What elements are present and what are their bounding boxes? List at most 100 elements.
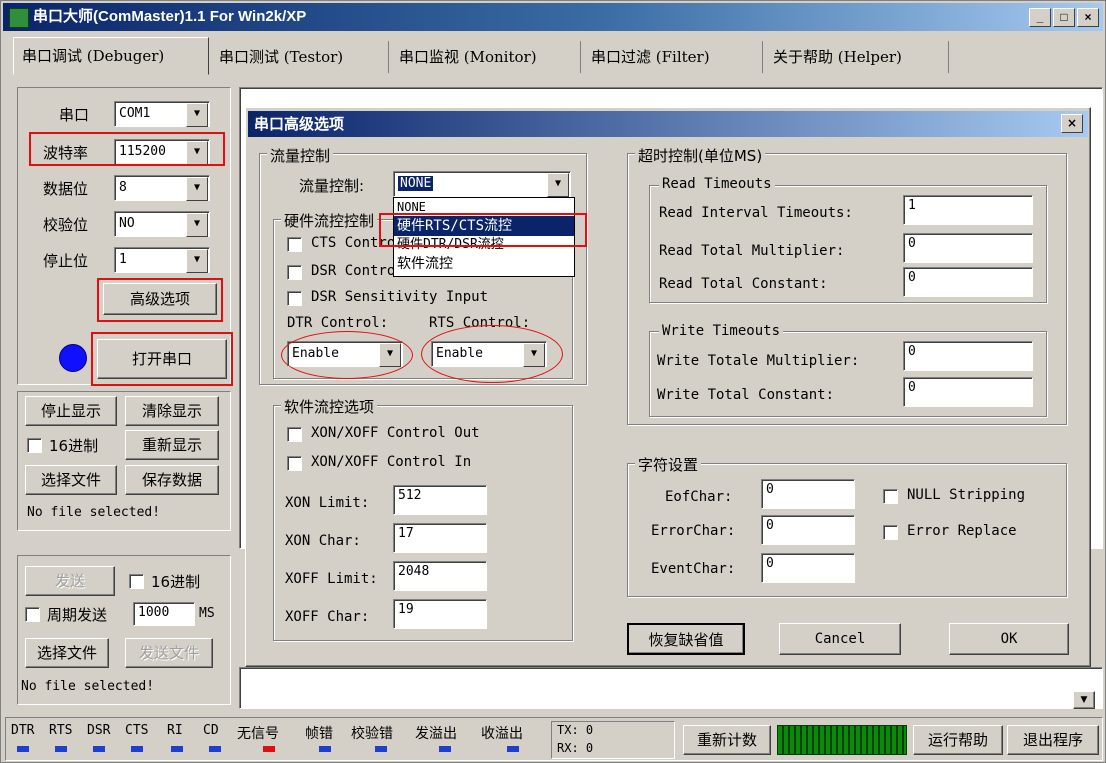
chevron-down-icon[interactable]: ▼ (186, 249, 208, 273)
send-button[interactable]: 发送 (25, 566, 115, 596)
parity-value: NO (119, 216, 135, 231)
flow-control-label: 流量控制: (299, 177, 365, 195)
dsr-control-label: DSR Control (311, 263, 404, 279)
chevron-down-icon[interactable]: ▼ (547, 173, 569, 197)
cd-led (209, 746, 221, 752)
dsr-sensitivity-label: DSR Sensitivity Input (311, 289, 489, 305)
error-parity: 校验错 (351, 726, 393, 742)
eof-char-input[interactable]: 0 (761, 479, 855, 509)
error-char-input[interactable]: 0 (761, 515, 855, 545)
xon-char-input[interactable]: 17 (393, 523, 487, 553)
null-stripping-checkbox[interactable] (883, 489, 898, 504)
xon-out-checkbox[interactable] (287, 427, 302, 442)
xon-in-checkbox[interactable] (287, 456, 302, 471)
xon-out-label: XON/XOFF Control Out (311, 425, 480, 441)
databits-select[interactable]: 8 ▼ (114, 175, 210, 201)
write-constant-label: Write Total Constant: (657, 387, 835, 403)
tab-debuger[interactable]: 串口调试 (Debuger) (13, 37, 209, 75)
tab-monitor[interactable]: 串口监视 (Monitor) (391, 41, 581, 73)
dtr-highlight-ellipse (281, 331, 413, 379)
cancel-button[interactable]: Cancel (779, 623, 901, 655)
dtr-led (17, 746, 29, 752)
tab-filter[interactable]: 串口过滤 (Filter) (583, 41, 763, 73)
error-replace-checkbox[interactable] (883, 525, 898, 540)
flow-group-title: 流量控制 (267, 145, 334, 166)
port-value: COM1 (119, 106, 151, 121)
signal-dtr: DTR (11, 723, 35, 738)
parity-error-led (375, 746, 387, 752)
event-char-input[interactable]: 0 (761, 553, 855, 583)
dialog-title: 串口高级选项 (254, 115, 345, 133)
send-file-button[interactable]: 发送文件 (125, 638, 213, 668)
signal-ri: RI (167, 723, 183, 738)
chevron-down-icon[interactable]: ▼ (186, 177, 208, 201)
dsr-control-checkbox[interactable] (287, 265, 302, 280)
close-button[interactable]: × (1077, 8, 1099, 27)
null-stripping-label: NULL Stripping (907, 487, 1026, 503)
period-input[interactable]: 1000 (133, 602, 195, 626)
error-recv-overflow: 收溢出 (481, 726, 523, 742)
cts-control-checkbox[interactable] (287, 237, 302, 252)
xoff-char-input[interactable]: 19 (393, 599, 487, 629)
read-multiplier-input[interactable]: 0 (903, 233, 1033, 263)
flow-control-select[interactable]: NONE ▼ (393, 171, 571, 197)
dropdown-option-software[interactable]: 软件流控 (394, 254, 574, 274)
receive-choose-file-button[interactable]: 选择文件 (25, 465, 117, 495)
dsr-sensitivity-checkbox[interactable] (287, 291, 302, 306)
error-no-signal: 无信号 (237, 726, 279, 742)
maximize-button[interactable]: □ (1053, 8, 1075, 27)
parity-select[interactable]: NO ▼ (114, 211, 210, 237)
scroll-down-icon[interactable]: ▼ (1073, 691, 1095, 709)
error-frame: 帧错 (305, 726, 333, 742)
receive-hex-checkbox[interactable] (27, 438, 42, 453)
minimize-button[interactable]: _ (1029, 8, 1051, 27)
redisplay-button[interactable]: 重新显示 (125, 430, 219, 460)
chevron-down-icon[interactable]: ▼ (186, 213, 208, 237)
error-replace-label: Error Replace (907, 523, 1017, 539)
timeout-group-title: 超时控制(单位MS) (635, 145, 766, 166)
stopbits-label: 停止位 (43, 252, 89, 270)
stop-display-button[interactable]: 停止显示 (25, 396, 117, 426)
send-text-area[interactable] (239, 667, 1103, 709)
clear-display-button[interactable]: 清除显示 (125, 396, 219, 426)
dialog-title-bar[interactable]: 串口高级选项 (248, 111, 1088, 137)
signal-dsr: DSR (87, 723, 111, 738)
xon-limit-input[interactable]: 512 (393, 485, 487, 515)
tab-testor[interactable]: 串口测试 (Testor) (211, 41, 389, 73)
ok-button[interactable]: OK (949, 623, 1069, 655)
xoff-char-label: XOFF Char: (285, 609, 370, 625)
tab-helper[interactable]: 关于帮助 (Helper) (765, 41, 949, 73)
chevron-down-icon[interactable]: ▼ (186, 103, 208, 127)
xoff-limit-input[interactable]: 2048 (393, 561, 487, 591)
stopbits-select[interactable]: 1 ▼ (114, 247, 210, 273)
save-data-button[interactable]: 保存数据 (125, 465, 219, 495)
periodic-send-checkbox[interactable] (25, 607, 40, 622)
send-hex-checkbox[interactable] (129, 574, 144, 589)
send-choose-file-button[interactable]: 选择文件 (25, 638, 109, 668)
tx-count: TX: 0 (557, 723, 594, 737)
period-unit: MS (199, 606, 215, 621)
write-timeouts-title: Write Timeouts (659, 323, 784, 339)
port-status-indicator (59, 344, 87, 372)
run-help-button[interactable]: 运行帮助 (913, 725, 1003, 755)
app-icon (9, 8, 29, 28)
databits-label: 数据位 (43, 180, 89, 198)
write-multiplier-input[interactable]: 0 (903, 341, 1033, 371)
xon-char-label: XON Char: (285, 533, 361, 549)
read-interval-input[interactable]: 1 (903, 195, 1033, 225)
write-constant-input[interactable]: 0 (903, 377, 1033, 407)
dialog-close-button[interactable]: × (1061, 114, 1083, 133)
title-bar[interactable]: 串口大师(ComMaster)1.1 For Win2k/XP _ □ × (3, 3, 1103, 31)
software-flow-title: 软件流控选项 (281, 396, 378, 417)
restore-defaults-button[interactable]: 恢复缺省值 (627, 623, 745, 655)
main-window: 串口大师(ComMaster)1.1 For Win2k/XP _ □ × 串口… (0, 0, 1106, 763)
error-char-label: ErrorChar: (651, 523, 736, 539)
char-settings-title: 字符设置 (635, 454, 702, 475)
signal-cts: CTS (125, 723, 149, 738)
ri-led (171, 746, 183, 752)
port-select[interactable]: COM1 ▼ (114, 101, 210, 127)
recount-button[interactable]: 重新计数 (683, 725, 771, 755)
read-constant-input[interactable]: 0 (903, 267, 1033, 297)
exit-program-button[interactable]: 退出程序 (1007, 725, 1099, 755)
activity-meter (777, 725, 907, 755)
